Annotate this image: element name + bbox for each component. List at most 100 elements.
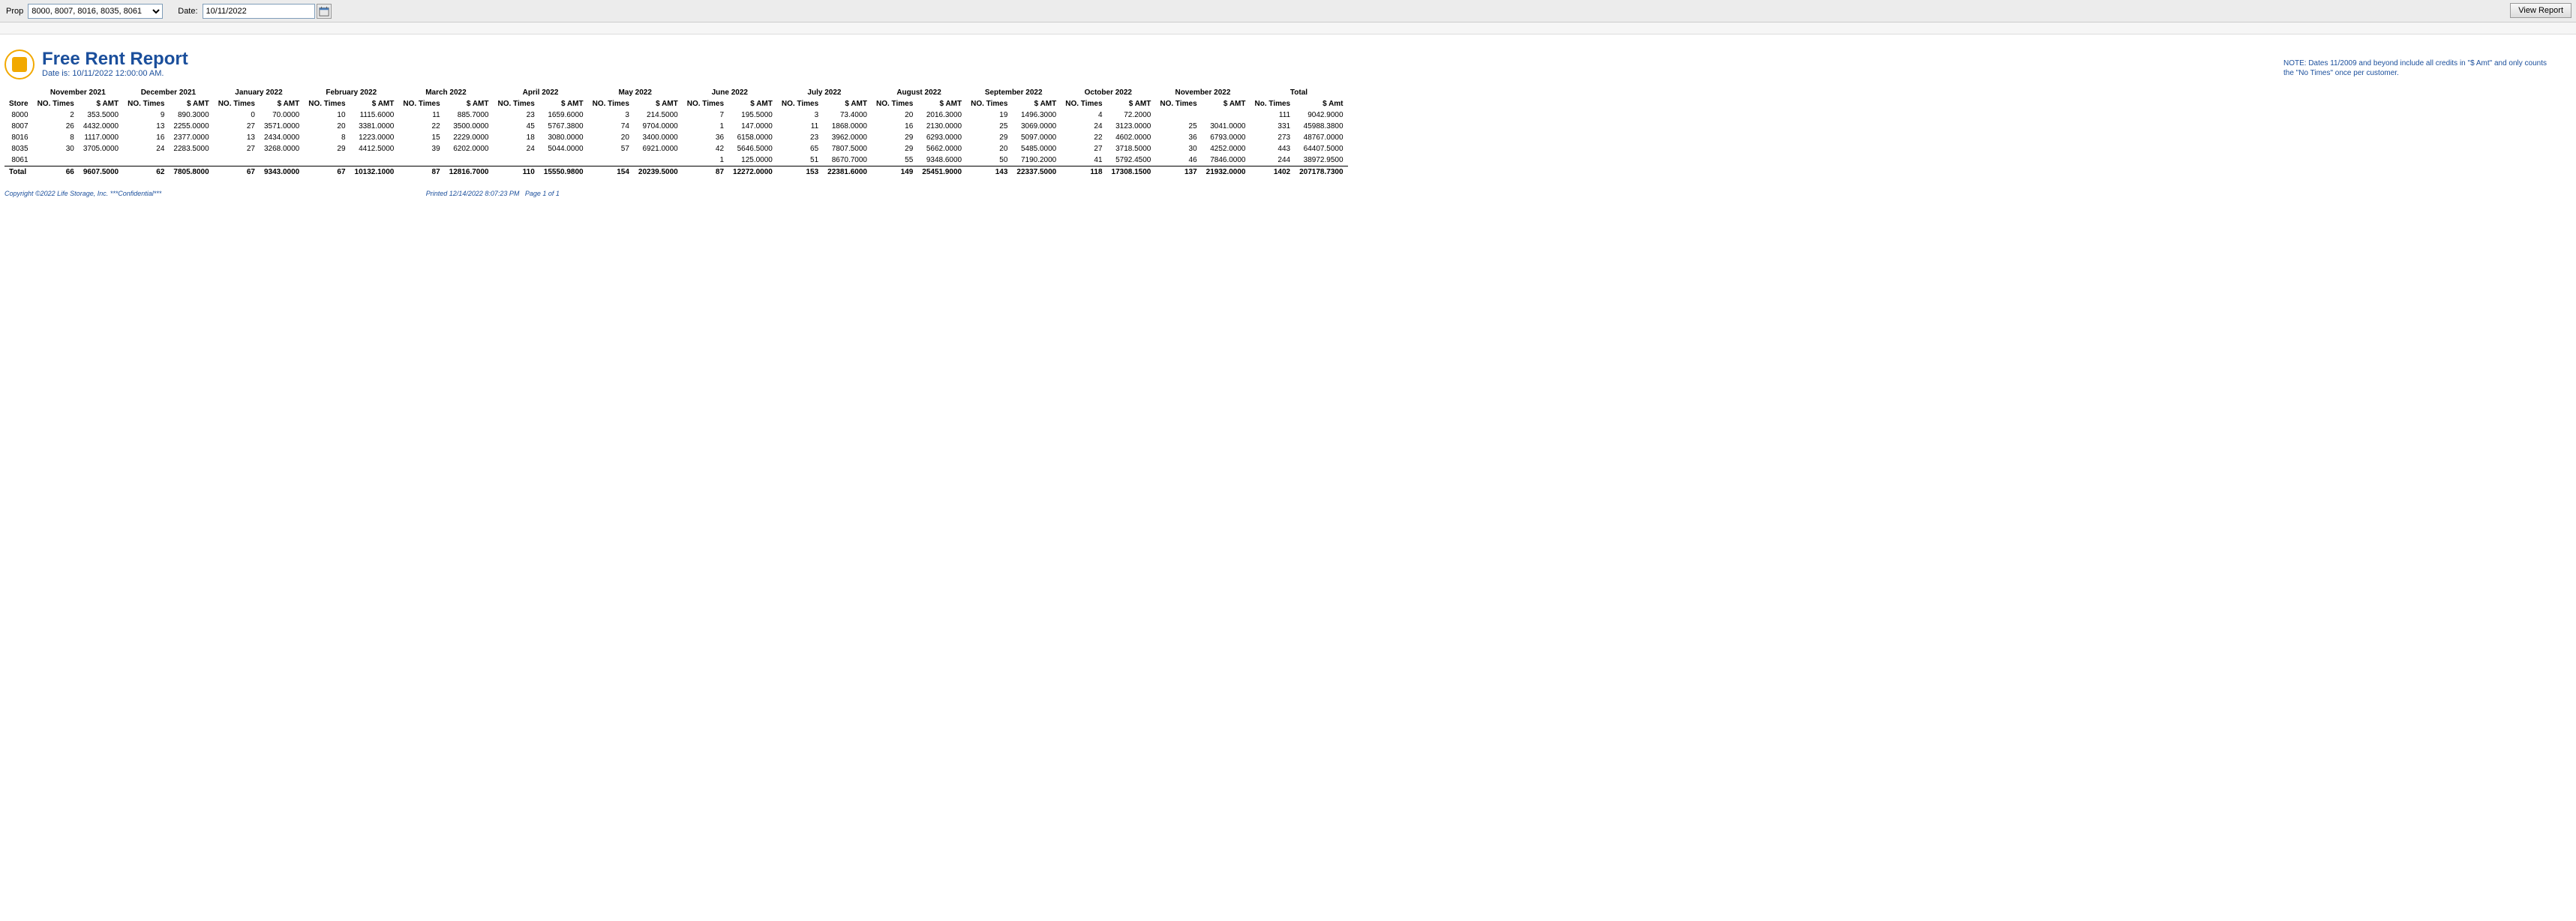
no-times-cell: 3	[588, 110, 634, 121]
no-times-cell: 46	[1155, 154, 1201, 166]
no-times-cell: 27	[214, 121, 260, 132]
month-header: February 2022	[304, 87, 398, 98]
total-amt: 12272.0000	[728, 166, 777, 178]
amt-cell: 9348.6000	[917, 154, 966, 166]
no-times-cell: 20	[872, 110, 917, 121]
amt-cell: 2434.0000	[260, 132, 304, 143]
no-times-cell: 8	[33, 132, 79, 143]
amt-cell: 38972.9500	[1295, 154, 1347, 166]
total-amt: 15550.9800	[539, 166, 588, 178]
no-times-header: NO. Times	[214, 98, 260, 110]
amt-cell: 1659.6000	[539, 110, 588, 121]
amt-cell: 3400.0000	[634, 132, 683, 143]
amt-cell	[169, 154, 213, 166]
amt-cell: 890.3000	[169, 110, 213, 121]
no-times-cell: 11	[777, 121, 823, 132]
amt-header: $ AMT	[917, 98, 966, 110]
total-no-times: 149	[872, 166, 917, 178]
no-times-cell: 29	[966, 132, 1012, 143]
amt-cell: 2016.3000	[917, 110, 966, 121]
amt-cell: 2255.0000	[169, 121, 213, 132]
total-no-times: 154	[588, 166, 634, 178]
amt-cell: 7190.2000	[1012, 154, 1061, 166]
month-header: November 2021	[33, 87, 124, 98]
total-amt: 12816.7000	[445, 166, 494, 178]
table-row: 801681117.0000162377.0000132434.00008122…	[5, 132, 1348, 143]
amt-cell: 1223.0000	[350, 132, 399, 143]
no-times-cell: 20	[588, 132, 634, 143]
no-times-cell: 1	[683, 121, 728, 132]
no-times-header: NO. Times	[872, 98, 917, 110]
month-header: March 2022	[398, 87, 493, 98]
total-row: Total669607.5000627805.8000679343.000067…	[5, 166, 1348, 178]
amt-header: $ Amt	[1295, 98, 1347, 110]
no-times-header: NO. Times	[966, 98, 1012, 110]
no-times-cell	[1155, 110, 1201, 121]
table-row: 80611125.0000518670.7000559348.600050719…	[5, 154, 1348, 166]
no-times-cell: 443	[1250, 143, 1296, 154]
amt-cell: 6202.0000	[445, 143, 494, 154]
no-times-cell: 13	[123, 121, 169, 132]
total-amt: 22337.5000	[1012, 166, 1061, 178]
amt-cell: 6158.0000	[728, 132, 777, 143]
no-times-cell	[33, 154, 79, 166]
store-cell: 8035	[5, 143, 33, 154]
no-times-cell	[304, 154, 350, 166]
amt-header: $ AMT	[1202, 98, 1250, 110]
no-times-cell: 55	[872, 154, 917, 166]
no-times-cell	[588, 154, 634, 166]
no-times-cell: 3	[777, 110, 823, 121]
month-header: January 2022	[214, 87, 305, 98]
amt-cell: 4412.5000	[350, 143, 399, 154]
no-times-cell: 331	[1250, 121, 1296, 132]
amt-header: $ AMT	[634, 98, 683, 110]
amt-cell: 3069.0000	[1012, 121, 1061, 132]
no-times-cell: 29	[872, 143, 917, 154]
no-times-header: NO. Times	[33, 98, 79, 110]
month-header: November 2022	[1155, 87, 1250, 98]
prop-select[interactable]: 8000, 8007, 8016, 8035, 8061	[28, 4, 163, 19]
amt-cell: 1868.0000	[823, 121, 872, 132]
prop-label: Prop	[6, 7, 23, 16]
month-header: Total	[1250, 87, 1348, 98]
amt-cell: 72.2000	[1107, 110, 1156, 121]
printed-info: Printed 12/14/2022 8:07:23 PM Page 1 of …	[426, 190, 560, 197]
amt-cell: 125.0000	[728, 154, 777, 166]
month-header: May 2022	[588, 87, 683, 98]
total-label: Total	[5, 166, 33, 178]
total-amt: 25451.9000	[917, 166, 966, 178]
no-times-cell: 0	[214, 110, 260, 121]
table-row: 8035303705.0000242283.5000273268.0000294…	[5, 143, 1348, 154]
amt-cell: 5792.4500	[1107, 154, 1156, 166]
amt-cell: 4432.0000	[79, 121, 123, 132]
amt-cell	[634, 154, 683, 166]
date-input[interactable]	[203, 4, 315, 19]
amt-header: $ AMT	[539, 98, 588, 110]
no-times-cell: 65	[777, 143, 823, 154]
no-times-header: NO. Times	[1155, 98, 1201, 110]
report-footer: Copyright ©2022 Life Storage, Inc. ***Co…	[5, 190, 2571, 197]
no-times-cell: 41	[1061, 154, 1106, 166]
amt-cell: 7846.0000	[1202, 154, 1250, 166]
calendar-icon[interactable]	[317, 4, 332, 19]
no-times-cell: 1	[683, 154, 728, 166]
store-header: Store	[5, 98, 33, 110]
amt-cell	[350, 154, 399, 166]
amt-cell: 214.5000	[634, 110, 683, 121]
no-times-cell: 244	[1250, 154, 1296, 166]
amt-cell: 2130.0000	[917, 121, 966, 132]
amt-cell: 1117.0000	[79, 132, 123, 143]
amt-cell: 4602.0000	[1107, 132, 1156, 143]
no-times-cell: 15	[398, 132, 444, 143]
no-times-cell: 22	[398, 121, 444, 132]
view-report-button[interactable]: View Report	[2510, 3, 2571, 18]
no-times-cell: 8	[304, 132, 350, 143]
no-times-cell: 16	[872, 121, 917, 132]
no-times-cell: 7	[683, 110, 728, 121]
total-no-times: 118	[1061, 166, 1106, 178]
no-times-cell: 22	[1061, 132, 1106, 143]
no-times-cell: 57	[588, 143, 634, 154]
total-no-times: 67	[304, 166, 350, 178]
no-times-cell: 30	[1155, 143, 1201, 154]
amt-header: $ AMT	[79, 98, 123, 110]
